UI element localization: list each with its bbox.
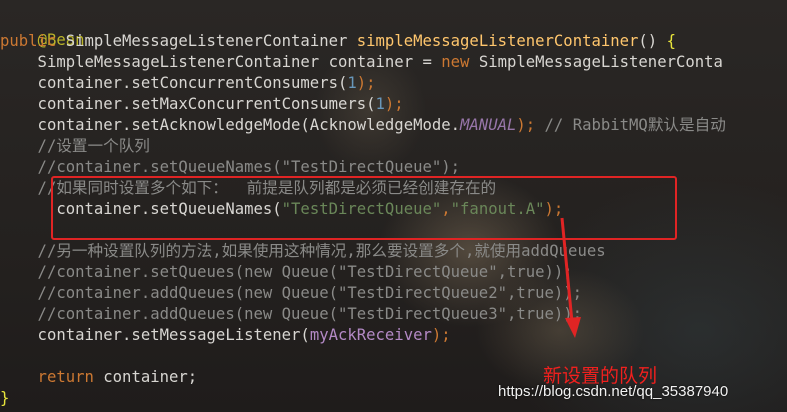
red-arrow-icon <box>560 217 581 338</box>
code-editor[interactable]: @Bean public SimpleMessageListenerContai… <box>0 0 787 412</box>
watermark: https://blog.csdn.net/qq_35387940 <box>498 383 729 400</box>
